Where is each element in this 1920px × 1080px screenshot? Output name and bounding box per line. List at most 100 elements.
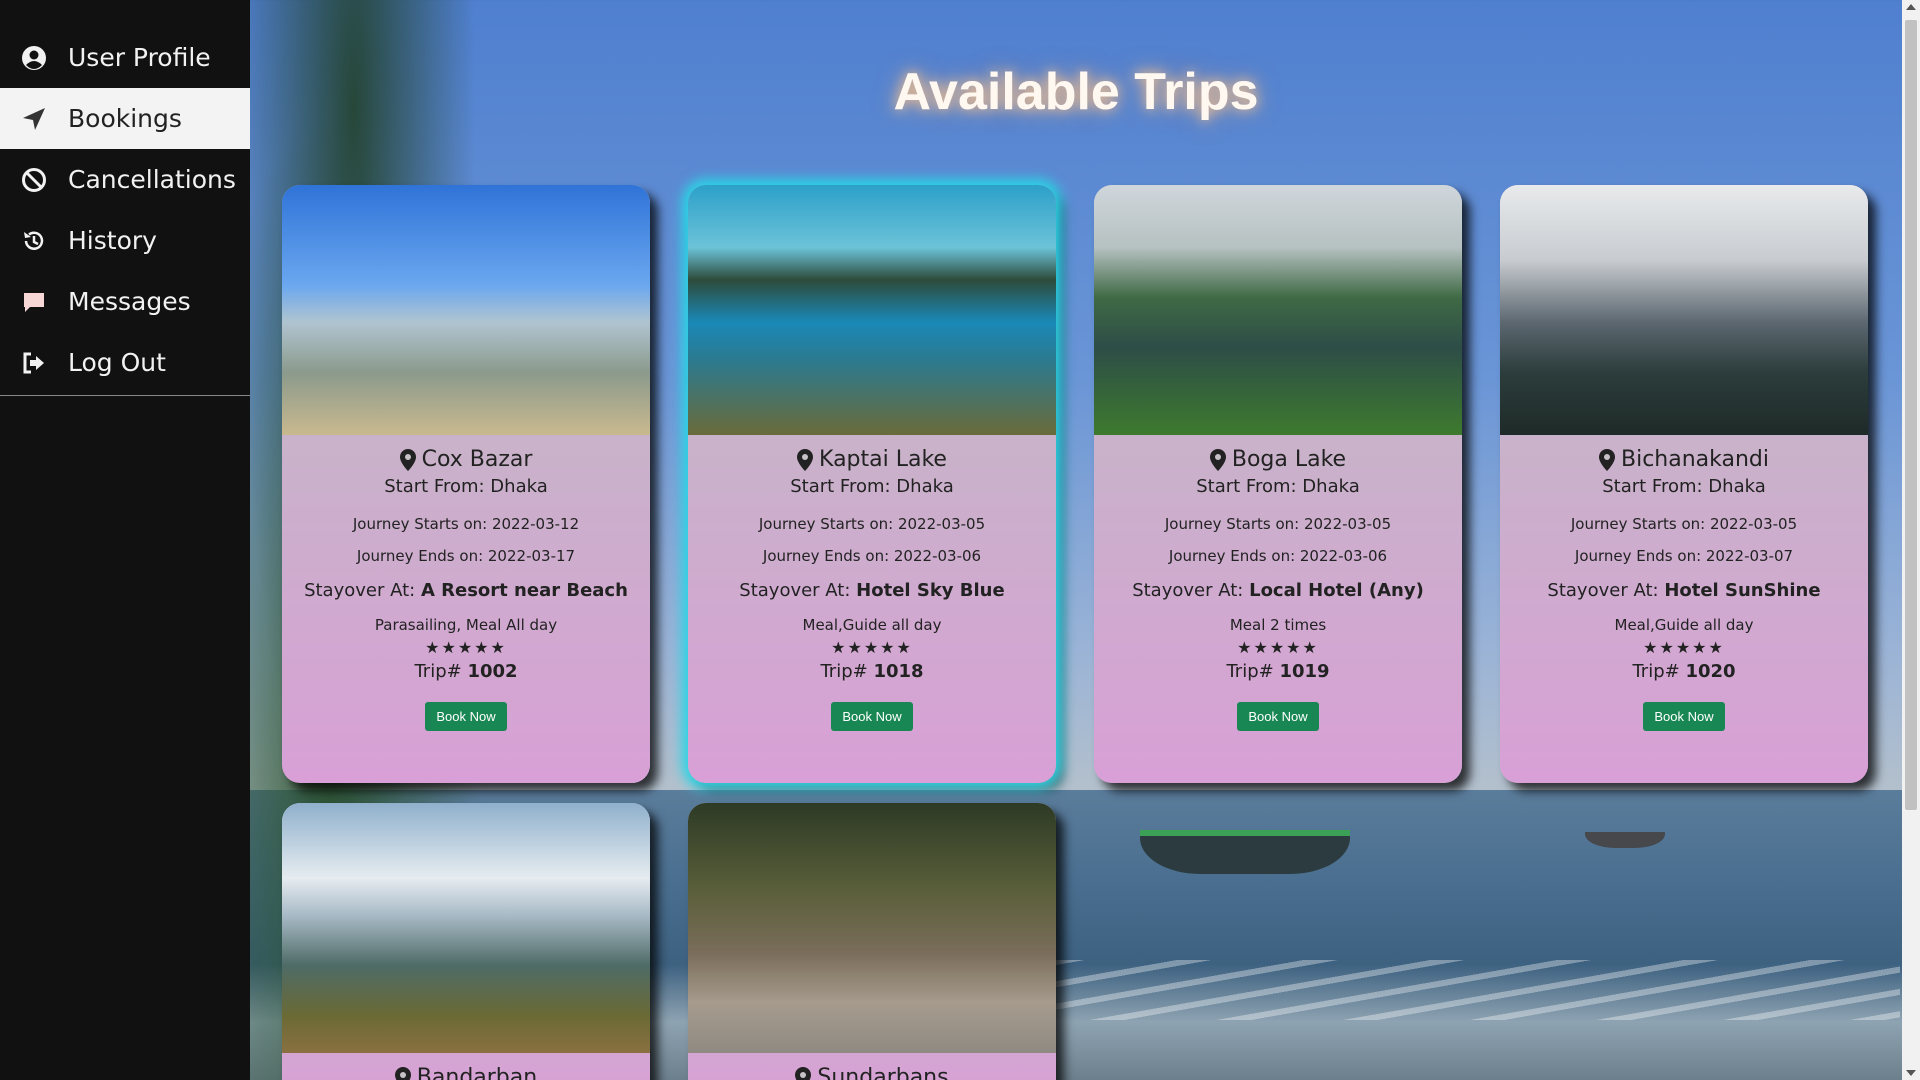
map-pin-icon [797, 448, 814, 471]
trip-image [688, 803, 1056, 1053]
map-pin-icon [795, 1066, 812, 1080]
book-now-button[interactable]: Book Now [1237, 702, 1319, 731]
trips-grid: Cox Bazar Start From: Dhaka Journey Star… [282, 185, 1868, 1080]
trip-journey-start: Journey Starts on: 2022-03-05 [758, 515, 986, 533]
star-icon: ★ [1692, 638, 1709, 657]
user-circle-icon [20, 44, 48, 72]
sidebar: User Profile Bookings Cancellations Hist… [0, 0, 250, 1080]
sidebar-item-label: Log Out [68, 348, 166, 377]
trip-features: Parasailing, Meal All day [374, 616, 558, 634]
scroll-up-arrow-icon[interactable] [1906, 4, 1916, 10]
trip-location: Bandarban [416, 1065, 538, 1080]
trip-number: Trip# 1018 [820, 661, 924, 682]
trip-journey-end: Journey Ends on: 2022-03-17 [356, 547, 576, 565]
trip-rating-stars: ★★★★★ [688, 638, 1056, 657]
scrollbar-thumb[interactable] [1905, 20, 1917, 810]
book-now-button[interactable]: Book Now [831, 702, 913, 731]
star-icon: ★ [425, 638, 442, 657]
sidebar-item-cancellations[interactable]: Cancellations [0, 149, 250, 210]
trip-journey-start: Journey Starts on: 2022-03-05 [1570, 515, 1798, 533]
star-icon: ★ [1708, 638, 1725, 657]
sidebar-item-history[interactable]: History [0, 210, 250, 271]
trip-location: Cox Bazar [421, 447, 533, 472]
trip-stayover: Stayover At: Hotel Sky Blue [739, 580, 1005, 601]
sign-out-icon [20, 349, 48, 377]
book-now-button[interactable]: Book Now [1643, 702, 1725, 731]
trip-journey-end: Journey Ends on: 2022-03-06 [1168, 547, 1388, 565]
trip-start-from: Start From: Dhaka [1602, 476, 1766, 497]
star-icon: ★ [490, 638, 507, 657]
star-icon: ★ [896, 638, 913, 657]
sidebar-item-messages[interactable]: Messages [0, 271, 250, 332]
trip-image [1500, 185, 1868, 435]
trip-image [1094, 185, 1462, 435]
star-icon: ★ [1286, 638, 1303, 657]
map-pin-icon [394, 1066, 411, 1080]
trip-number: Trip# 1020 [1632, 661, 1736, 682]
trip-number: Trip# 1002 [414, 661, 518, 682]
book-now-button[interactable]: Book Now [425, 702, 507, 731]
star-icon: ★ [1659, 638, 1676, 657]
message-icon [20, 288, 48, 316]
trip-stayover: Stayover At: Local Hotel (Any) [1132, 580, 1424, 601]
paper-plane-icon [20, 105, 48, 133]
trip-journey-start: Journey Starts on: 2022-03-12 [352, 515, 580, 533]
sidebar-item-label: User Profile [68, 43, 211, 72]
star-icon: ★ [1302, 638, 1319, 657]
trip-stayover: Stayover At: Hotel SunShine [1547, 580, 1821, 601]
trip-features: Meal 2 times [1229, 616, 1327, 634]
star-icon: ★ [1643, 638, 1660, 657]
star-icon: ★ [831, 638, 848, 657]
map-pin-icon [1209, 448, 1226, 471]
trip-card: Boga Lake Start From: Dhaka Journey Star… [1094, 185, 1462, 783]
trip-image [282, 185, 650, 435]
trip-rating-stars: ★★★★★ [1094, 638, 1462, 657]
sidebar-item-user-profile[interactable]: User Profile [0, 27, 250, 88]
trip-card: Cox Bazar Start From: Dhaka Journey Star… [282, 185, 650, 783]
trip-journey-end: Journey Ends on: 2022-03-06 [762, 547, 982, 565]
ban-icon [20, 166, 48, 194]
star-icon: ★ [457, 638, 475, 657]
star-icon: ★ [1237, 638, 1254, 657]
star-icon: ★ [863, 638, 881, 657]
trip-card: Sundarbans [688, 803, 1056, 1080]
trip-image [688, 185, 1056, 435]
star-icon: ★ [1269, 638, 1287, 657]
map-pin-icon [399, 448, 416, 471]
trip-card: Bichanakandi Start From: Dhaka Journey S… [1500, 185, 1868, 783]
trip-stayover: Stayover At: A Resort near Beach [304, 580, 628, 601]
sidebar-item-bookings[interactable]: Bookings [0, 88, 250, 149]
sidebar-item-label: Messages [68, 287, 191, 316]
trip-start-from: Start From: Dhaka [790, 476, 954, 497]
trip-rating-stars: ★★★★★ [1500, 638, 1868, 657]
star-icon: ★ [474, 638, 491, 657]
sidebar-item-label: History [68, 226, 157, 255]
star-icon: ★ [1675, 638, 1693, 657]
star-icon: ★ [1253, 638, 1270, 657]
sidebar-divider [0, 395, 250, 396]
sidebar-item-log-out[interactable]: Log Out [0, 332, 250, 393]
trip-location: Bichanakandi [1620, 447, 1769, 472]
star-icon: ★ [441, 638, 458, 657]
trip-start-from: Start From: Dhaka [384, 476, 548, 497]
history-icon [20, 227, 48, 255]
trip-features: Meal,Guide all day [802, 616, 942, 634]
sidebar-item-label: Cancellations [68, 165, 236, 194]
trip-features: Meal,Guide all day [1614, 616, 1754, 634]
trip-start-from: Start From: Dhaka [1196, 476, 1360, 497]
trip-journey-start: Journey Starts on: 2022-03-05 [1164, 515, 1392, 533]
trip-journey-end: Journey Ends on: 2022-03-07 [1574, 547, 1794, 565]
trip-number: Trip# 1019 [1226, 661, 1330, 682]
trip-card: Kaptai Lake Start From: Dhaka Journey St… [688, 185, 1056, 783]
trip-location: Boga Lake [1231, 447, 1347, 472]
page-scrollbar[interactable] [1902, 0, 1920, 1080]
trip-rating-stars: ★★★★★ [282, 638, 650, 657]
trip-card: Bandarban [282, 803, 650, 1080]
star-icon: ★ [847, 638, 864, 657]
map-pin-icon [1598, 448, 1615, 471]
trip-image [282, 803, 650, 1053]
trip-location: Kaptai Lake [819, 447, 947, 472]
trip-location: Sundarbans [817, 1065, 949, 1080]
sidebar-item-label: Bookings [68, 104, 182, 133]
scroll-down-arrow-icon[interactable] [1906, 1070, 1916, 1076]
